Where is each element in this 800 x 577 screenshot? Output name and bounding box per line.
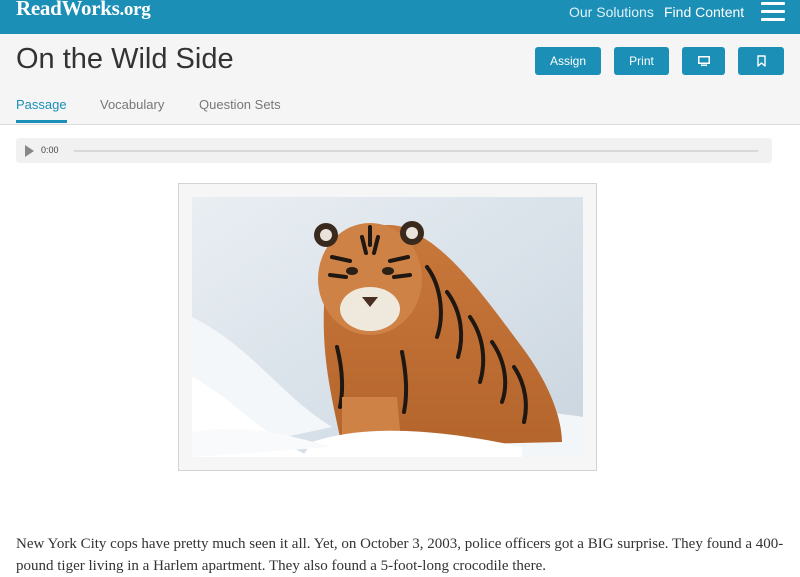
present-button[interactable]	[682, 47, 725, 75]
logo-suffix: .org	[119, 0, 151, 20]
tiger-illustration	[192, 197, 583, 457]
audio-progress-track[interactable]	[74, 150, 758, 152]
our-solutions-link[interactable]: Our Solutions	[569, 4, 654, 20]
tab-vocabulary[interactable]: Vocabulary	[100, 97, 164, 112]
passage-image-frame	[178, 183, 597, 471]
hamburger-menu-icon[interactable]	[761, 2, 785, 22]
top-navigation-bar: ReadWorks.org Our Solutions Find Content	[0, 0, 800, 34]
tab-question-sets[interactable]: Question Sets	[199, 97, 281, 112]
active-tab-indicator	[16, 120, 67, 123]
audio-player: 0:00	[16, 138, 772, 163]
passage-paragraph: New York City cops have pretty much seen…	[16, 536, 784, 574]
tab-passage[interactable]: Passage	[16, 97, 67, 112]
audio-time: 0:00	[41, 145, 59, 155]
page-title: On the Wild Side	[16, 43, 234, 75]
passage-header: On the Wild Side Assign Print Passage Vo…	[0, 34, 800, 125]
play-icon[interactable]	[25, 145, 34, 157]
logo-text: ReadWorks	[16, 0, 120, 20]
bookmark-button[interactable]	[738, 47, 784, 75]
find-content-link[interactable]: Find Content	[664, 4, 744, 20]
print-button[interactable]: Print	[614, 47, 669, 75]
tiger-photo	[192, 197, 583, 457]
monitor-icon	[697, 55, 710, 66]
assign-button[interactable]: Assign	[535, 47, 601, 75]
bookmark-icon	[756, 55, 766, 67]
readworks-logo[interactable]: ReadWorks.org	[16, 0, 151, 21]
passage-text: New York City cops have pretty much seen…	[16, 533, 786, 577]
